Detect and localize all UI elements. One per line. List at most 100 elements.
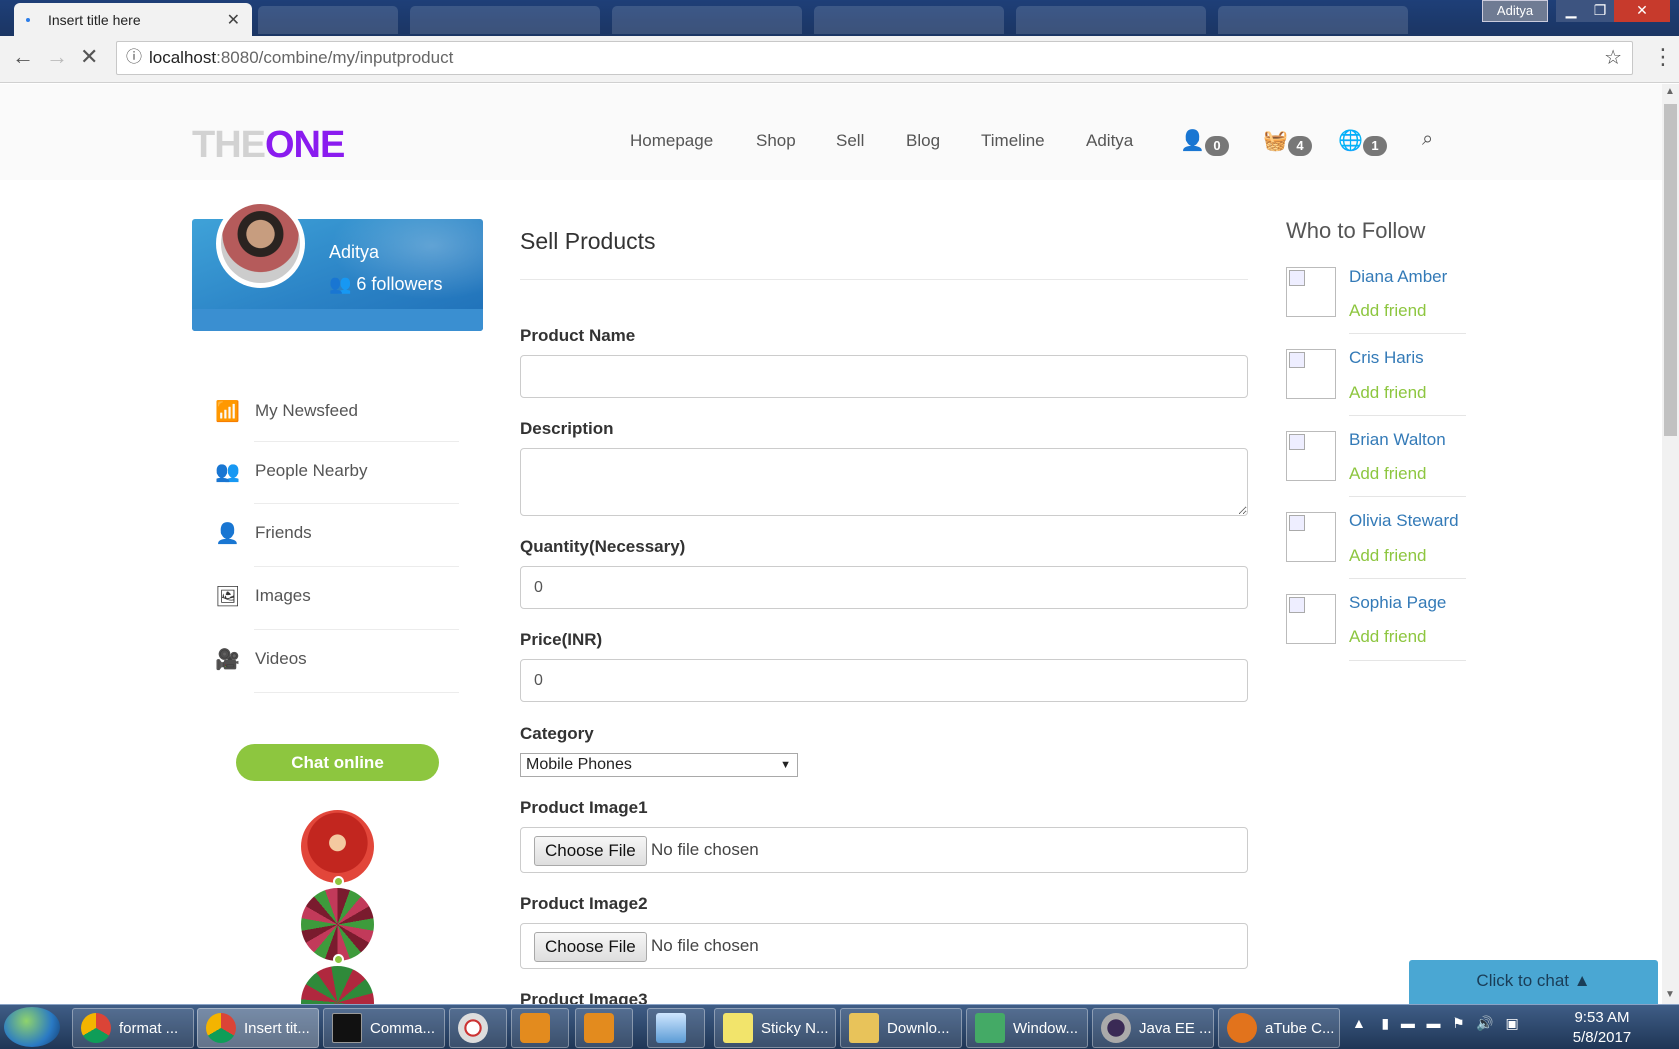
system-clock[interactable]: 9:53 AM 5/8/2017: [1560, 1008, 1644, 1048]
scroll-up-icon[interactable]: ▲: [1665, 86, 1675, 97]
graphics-icon[interactable]: ▣: [1506, 1015, 1519, 1031]
drive-icon[interactable]: ▬: [1401, 1015, 1415, 1031]
clock-date: 5/8/2017: [1572, 1029, 1632, 1046]
add-friend-link[interactable]: Add friend: [1349, 546, 1427, 566]
chat-online-button[interactable]: Chat online: [236, 744, 439, 781]
follow-avatar[interactable]: [1286, 512, 1336, 562]
stop-loading-icon[interactable]: ✕: [80, 44, 98, 70]
product-name-input[interactable]: [520, 355, 1248, 398]
taskbar-item[interactable]: [575, 1008, 633, 1048]
taskbar-item[interactable]: [647, 1008, 705, 1048]
users-icon: 👥: [215, 460, 240, 483]
online-user-avatar[interactable]: [301, 810, 374, 883]
follow-avatar[interactable]: [1286, 431, 1336, 481]
taskbar-item[interactable]: Java EE ...: [1092, 1008, 1214, 1048]
divider: [520, 279, 1248, 280]
description-textarea[interactable]: [520, 448, 1248, 516]
sidebar-item-videos[interactable]: 🎥 Videos: [215, 630, 459, 688]
url-host: localhost: [149, 48, 217, 67]
dropdown-arrow-icon: ▼: [780, 759, 791, 771]
nav-sell[interactable]: Sell: [836, 131, 864, 151]
page-scrollbar[interactable]: ▲ ▼: [1662, 84, 1679, 1004]
taskbar-item[interactable]: Insert tit...: [197, 1008, 319, 1048]
browser-tab[interactable]: [1016, 6, 1206, 34]
taskbar-item[interactable]: [511, 1008, 569, 1048]
choose-file-button[interactable]: Choose File: [534, 932, 647, 962]
profile-name[interactable]: Aditya: [329, 242, 379, 263]
sidebar-item-newsfeed[interactable]: 📶 My Newsfeed: [215, 382, 459, 440]
nav-homepage[interactable]: Homepage: [630, 131, 713, 151]
basket-icon[interactable]: 🧺: [1263, 128, 1288, 153]
nav-profile[interactable]: Aditya: [1086, 131, 1133, 151]
battery-icon[interactable]: ▮: [1381, 1015, 1389, 1031]
taskbar-item[interactable]: aTube C...: [1218, 1008, 1340, 1048]
nav-timeline[interactable]: Timeline: [981, 131, 1045, 151]
taskbar-item[interactable]: Sticky N...: [714, 1008, 836, 1048]
sidebar-item-friends[interactable]: 👤 Friends: [215, 504, 459, 562]
avatar[interactable]: [216, 199, 305, 288]
follow-avatar[interactable]: [1286, 594, 1336, 644]
network-icon[interactable]: ⚑: [1452, 1015, 1465, 1031]
follow-name-link[interactable]: Sophia Page: [1349, 593, 1446, 613]
tray-expand-icon[interactable]: ▲: [1352, 1015, 1366, 1031]
info-icon[interactable]: ⓘ: [126, 42, 142, 74]
follow-name-link[interactable]: Olivia Steward: [1349, 511, 1459, 531]
browser-menu-icon[interactable]: ⋮: [1652, 44, 1674, 70]
follow-avatar[interactable]: [1286, 267, 1336, 317]
follow-name-link[interactable]: Brian Walton: [1349, 430, 1446, 450]
cart-badge: 4: [1288, 136, 1312, 156]
taskbar-item[interactable]: Downlo...: [840, 1008, 962, 1048]
add-friend-link[interactable]: Add friend: [1349, 627, 1427, 647]
close-tab-icon[interactable]: ✕: [227, 10, 240, 30]
sidebar-item-images[interactable]: 🖼 Images: [215, 567, 459, 625]
add-friend-link[interactable]: Add friend: [1349, 464, 1427, 484]
volume-icon[interactable]: 🔊: [1476, 1015, 1493, 1031]
browser-tab[interactable]: [258, 6, 398, 34]
browser-tab[interactable]: [1218, 6, 1408, 34]
site-logo[interactable]: THEONE: [192, 124, 345, 167]
click-to-chat-button[interactable]: Click to chat ▲: [1409, 960, 1658, 1004]
forward-icon[interactable]: →: [46, 44, 68, 70]
system-tray[interactable]: ▲ ▮ ▬ ▬ ⚑ 🔊 ▣: [1352, 1015, 1519, 1032]
search-icon[interactable]: ⌕: [1422, 128, 1433, 151]
browser-tab[interactable]: [410, 6, 600, 34]
follow-name-link[interactable]: Diana Amber: [1349, 267, 1447, 287]
browser-tab[interactable]: [612, 6, 802, 34]
file-status: No file chosen: [651, 840, 759, 859]
taskbar-item[interactable]: Window...: [966, 1008, 1088, 1048]
price-input[interactable]: 0: [520, 659, 1248, 702]
drive-icon[interactable]: ▬: [1426, 1015, 1440, 1031]
url-bar[interactable]: ⓘ localhost:8080/combine/my/inputproduct…: [116, 41, 1633, 75]
quantity-input[interactable]: 0: [520, 566, 1248, 609]
file-status: No file chosen: [651, 936, 759, 955]
browser-tab-active[interactable]: Insert title here ✕: [14, 3, 252, 36]
nav-blog[interactable]: Blog: [906, 131, 940, 151]
sidebar-item-people-nearby[interactable]: 👥 People Nearby: [215, 442, 459, 500]
nav-shop[interactable]: Shop: [756, 131, 796, 151]
scrollbar-thumb[interactable]: [1664, 104, 1677, 436]
add-friend-link[interactable]: Add friend: [1349, 383, 1427, 403]
notification-badge: 1: [1363, 136, 1387, 156]
close-window-icon[interactable]: ✕: [1614, 0, 1670, 22]
online-user-avatar[interactable]: [301, 888, 374, 961]
user-icon[interactable]: 👤: [1180, 128, 1205, 153]
window-user-badge[interactable]: Aditya: [1482, 0, 1548, 22]
follow-avatar[interactable]: [1286, 349, 1336, 399]
minimize-icon[interactable]: ▁: [1556, 0, 1586, 22]
choose-file-button[interactable]: Choose File: [534, 836, 647, 866]
taskbar-item[interactable]: format ...: [72, 1008, 194, 1048]
back-icon[interactable]: ←: [12, 44, 34, 70]
start-button-icon[interactable]: [4, 1007, 60, 1047]
scroll-down-icon[interactable]: ▼: [1665, 989, 1675, 1000]
follow-name-link[interactable]: Cris Haris: [1349, 348, 1424, 368]
browser-tab[interactable]: [814, 6, 1004, 34]
online-user-avatar[interactable]: [301, 966, 374, 1004]
taskbar-item[interactable]: [449, 1008, 507, 1048]
category-select[interactable]: Mobile Phones ▼: [520, 753, 798, 777]
globe-icon[interactable]: 🌐: [1338, 128, 1363, 153]
taskbar-item[interactable]: Comma...: [323, 1008, 445, 1048]
user-plus-icon: 👤: [215, 522, 240, 545]
bookmark-star-icon[interactable]: ☆: [1604, 42, 1622, 74]
add-friend-link[interactable]: Add friend: [1349, 301, 1427, 321]
maximize-icon[interactable]: ❐: [1586, 0, 1614, 22]
